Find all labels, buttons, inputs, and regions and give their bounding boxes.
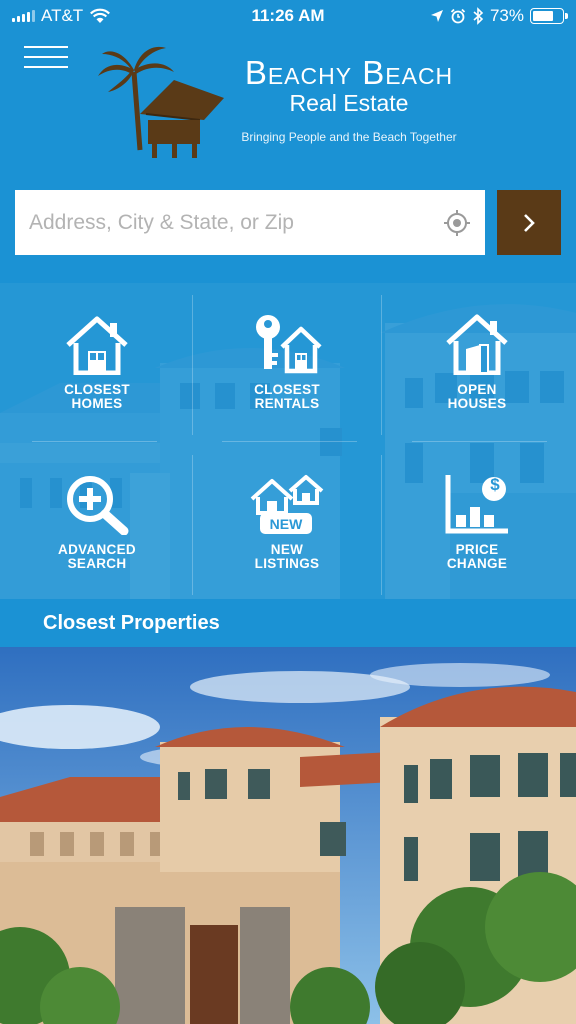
tile-label: CLOSEST RENTALS — [254, 382, 320, 411]
tile-label: CLOSEST HOMES — [64, 382, 130, 411]
brand-title: Beachy Beach — [244, 54, 454, 91]
key-house-icon — [252, 311, 322, 375]
new-badge: NEW — [269, 516, 303, 532]
dollar-badge: $ — [490, 475, 500, 494]
property-image — [0, 647, 576, 1024]
open-house-icon — [444, 311, 510, 375]
chevron-right-icon — [524, 213, 535, 232]
new-listings-icon: NEW — [250, 471, 324, 535]
battery-level — [533, 11, 554, 21]
tile-label: ADVANCED SEARCH — [58, 542, 136, 571]
crosshair-icon[interactable] — [443, 209, 471, 237]
tile-price-change[interactable]: $ PRICE CHANGE — [382, 443, 572, 599]
tile-open-houses[interactable]: OPEN HOUSES — [382, 283, 572, 441]
tile-advanced-search[interactable]: ADVANCED SEARCH — [2, 443, 192, 599]
tile-label: OPEN HOUSES — [447, 382, 507, 411]
tile-closest-rentals[interactable]: CLOSEST RENTALS — [192, 283, 382, 441]
signal-icon — [12, 10, 35, 22]
tile-label: PRICE CHANGE — [446, 542, 508, 571]
section-title: Closest Properties — [43, 611, 220, 634]
grid-divider — [32, 441, 157, 442]
bluetooth-icon — [473, 7, 484, 25]
quick-actions-grid: CLOSEST HOMES CLOSEST RENTALS OPEN HOUSE… — [0, 283, 576, 599]
header: Beachy Beach Real Estate Bringing People… — [0, 32, 576, 172]
alarm-icon — [450, 8, 466, 24]
tile-new-listings[interactable]: NEW NEW LISTINGS — [192, 443, 382, 599]
hamburger-icon[interactable] — [24, 46, 68, 68]
battery-icon — [530, 8, 568, 24]
location-arrow-icon — [430, 10, 443, 22]
brand-subtitle: Real Estate — [289, 90, 409, 116]
status-right: 73% — [430, 6, 568, 26]
wifi-icon — [90, 8, 111, 23]
battery-percent: 73% — [489, 6, 524, 25]
search-input[interactable] — [29, 210, 443, 235]
house-icon — [64, 311, 130, 375]
tile-label: NEW LISTINGS — [254, 542, 320, 571]
status-bar: AT&T 11:26 AM 73% — [0, 0, 576, 32]
grid-divider — [222, 441, 357, 442]
status-left: AT&T — [12, 6, 111, 26]
search-go-button[interactable] — [497, 190, 561, 255]
carrier-label: AT&T — [41, 6, 84, 25]
section-header: Closest Properties — [0, 599, 576, 647]
price-chart-icon: $ — [444, 471, 510, 535]
brand-tagline: Bringing People and the Beach Together — [241, 130, 457, 144]
search-box — [15, 190, 485, 255]
property-photo[interactable] — [0, 647, 576, 1024]
tile-closest-homes[interactable]: CLOSEST HOMES — [2, 283, 192, 441]
brand-logo: Beachy Beach Real Estate Bringing People… — [96, 42, 496, 162]
magnifier-plus-icon — [64, 471, 130, 535]
grid-divider — [412, 441, 547, 442]
